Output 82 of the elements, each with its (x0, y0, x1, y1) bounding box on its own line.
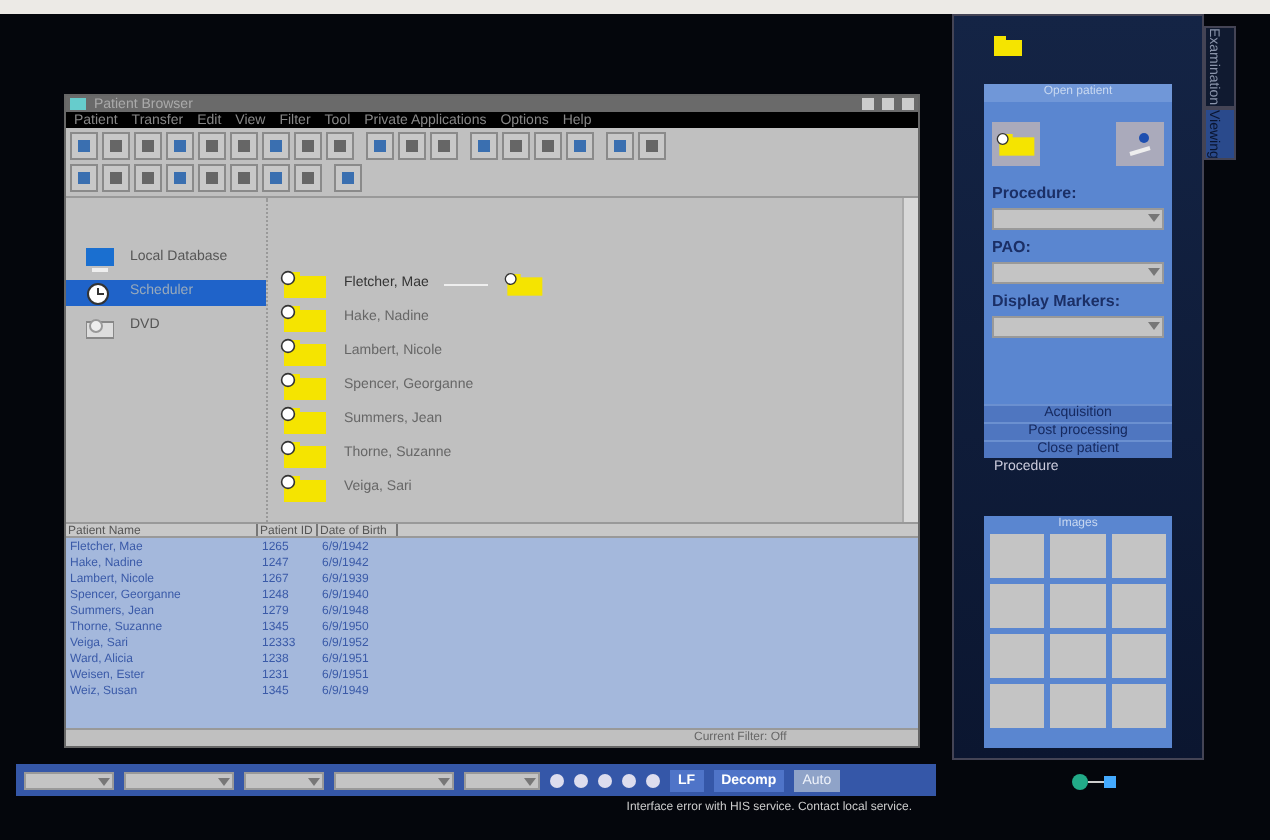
folder-icon (994, 36, 1022, 56)
patient-icon (1126, 130, 1154, 158)
toolbar-button[interactable] (166, 164, 194, 192)
dropdown[interactable] (244, 771, 324, 789)
caret-icon (306, 773, 322, 787)
dropdown[interactable] (124, 771, 234, 789)
image-thumbnail[interactable] (990, 583, 1045, 627)
image-thumbnail[interactable] (1111, 683, 1166, 727)
toolbar-button[interactable] (70, 164, 98, 192)
caret-icon (522, 773, 538, 787)
folder-icon (280, 338, 328, 366)
folder-icon (996, 130, 1036, 158)
toolbar-button[interactable] (102, 132, 130, 160)
toolbar-button[interactable] (334, 164, 362, 192)
toolbar-button[interactable] (262, 132, 290, 160)
toolbar-button[interactable] (134, 164, 162, 192)
image-thumbnail[interactable] (1050, 583, 1106, 627)
caret-icon (1146, 210, 1162, 224)
folder-icon (504, 270, 545, 298)
toolbar-button[interactable] (294, 164, 322, 192)
dot-icon (622, 773, 636, 787)
folder-icon (280, 270, 328, 298)
image-thumbnail[interactable] (1050, 683, 1106, 727)
toolbar-button[interactable] (198, 164, 226, 192)
caret-icon (216, 773, 232, 787)
monitor-icon (86, 247, 114, 271)
toolbar-button[interactable] (638, 132, 666, 160)
toolbar-button[interactable] (198, 132, 226, 160)
dropdown[interactable] (992, 208, 1164, 230)
dot-icon (574, 773, 588, 787)
dot-icon (550, 773, 564, 787)
toolbar-button[interactable] (70, 132, 98, 160)
toolbar-button[interactable] (366, 132, 394, 160)
caret-icon (1146, 318, 1162, 332)
image-thumbnail[interactable] (1111, 633, 1166, 677)
image-thumbnail[interactable] (1111, 583, 1166, 627)
toolbar-button[interactable] (326, 132, 354, 160)
image-thumbnail[interactable] (990, 533, 1045, 577)
patient-table-button[interactable] (1116, 122, 1164, 166)
toolbar-button[interactable] (430, 132, 458, 160)
caret-icon (436, 773, 452, 787)
field-label: PAO: (992, 236, 1033, 260)
disc-drive-icon (86, 315, 114, 339)
patient-list-button[interactable] (992, 122, 1040, 166)
toolbar-button[interactable] (398, 132, 426, 160)
folder-icon (280, 474, 328, 502)
field-label: Procedure: (992, 182, 1079, 206)
image-thumbnail[interactable] (1050, 533, 1106, 577)
toolbar-button[interactable] (502, 132, 530, 160)
toolbar-button[interactable] (606, 132, 634, 160)
folder-icon (280, 440, 328, 468)
caret-icon (96, 773, 112, 787)
dropdown[interactable] (334, 771, 454, 789)
image-thumbnail[interactable] (990, 633, 1045, 677)
toolbar-button[interactable] (294, 132, 322, 160)
image-thumbnail[interactable] (1050, 633, 1106, 677)
toolbar-button[interactable] (262, 164, 290, 192)
folder-icon (280, 372, 328, 400)
toolbar-button[interactable] (230, 164, 258, 192)
toolbar-button[interactable] (566, 132, 594, 160)
folder-icon (280, 406, 328, 434)
dot-icon (646, 773, 660, 787)
field-label: Display Markers: (992, 290, 1123, 314)
dropdown[interactable] (464, 771, 540, 789)
toolbar-button[interactable] (134, 132, 162, 160)
toolbar-button[interactable] (166, 132, 194, 160)
dropdown[interactable] (992, 316, 1164, 338)
image-thumbnail[interactable] (1111, 533, 1166, 577)
dot-icon (598, 773, 612, 787)
folder-icon (280, 304, 328, 332)
toolbar-button[interactable] (470, 132, 498, 160)
window-icon (70, 98, 86, 110)
toolbar-button[interactable] (534, 132, 562, 160)
dropdown[interactable] (24, 771, 114, 789)
caret-icon (1146, 264, 1162, 278)
dropdown[interactable] (992, 262, 1164, 284)
image-thumbnail[interactable] (990, 683, 1045, 727)
connection-icon (1070, 772, 1118, 792)
scrollbar[interactable] (902, 198, 918, 522)
toolbar-button[interactable] (102, 164, 130, 192)
clock-icon (86, 281, 114, 305)
toolbar-button[interactable] (230, 132, 258, 160)
